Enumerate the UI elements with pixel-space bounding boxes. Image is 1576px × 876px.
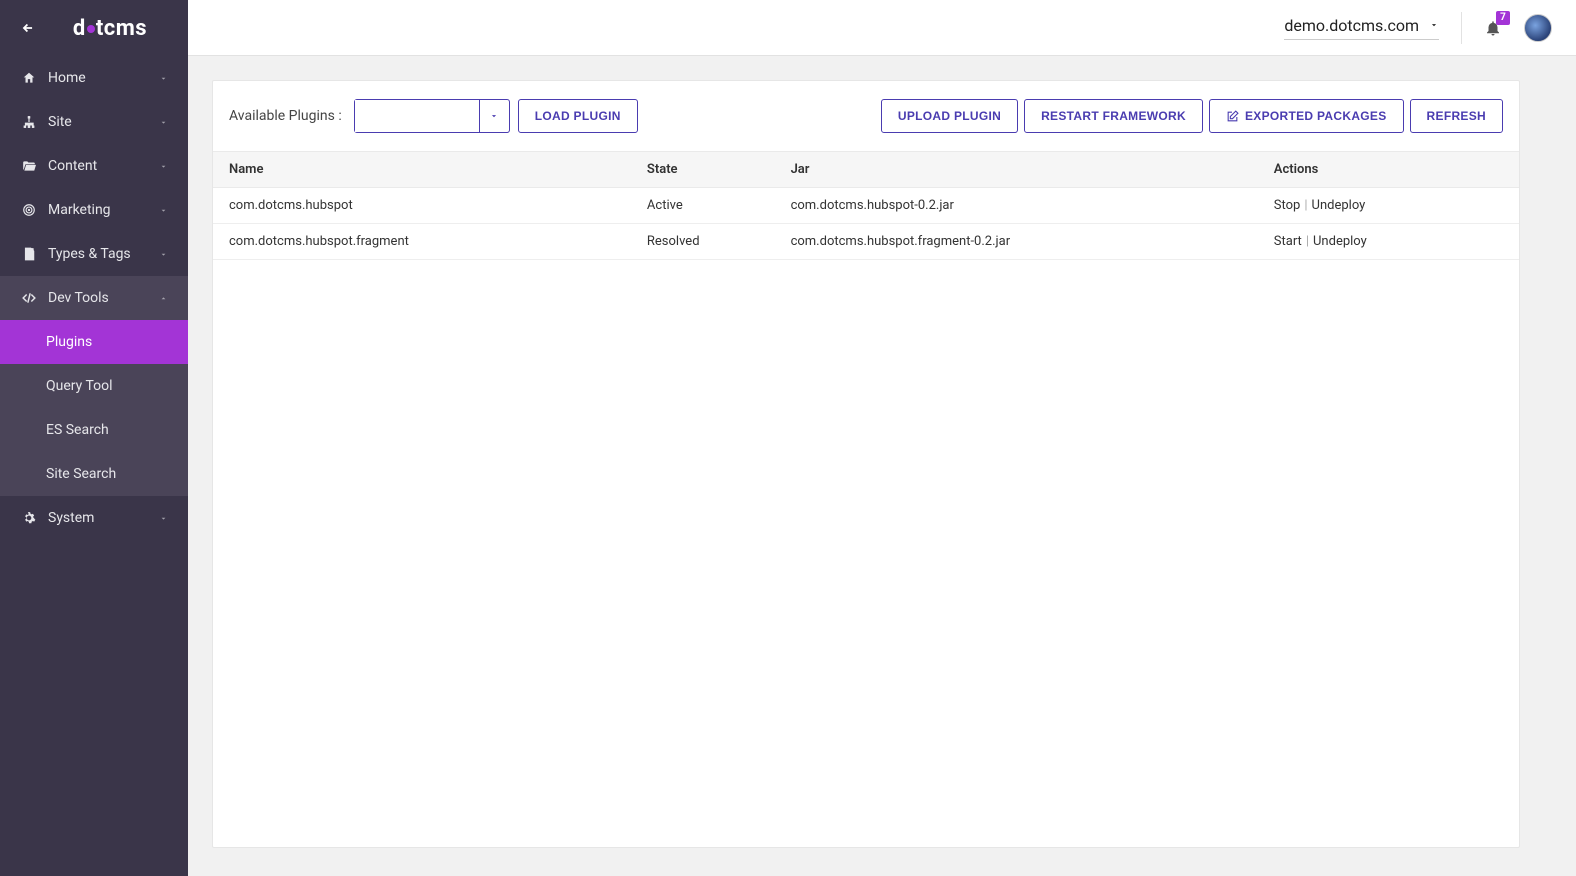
avatar[interactable] bbox=[1524, 14, 1552, 42]
button-label: UPLOAD PLUGIN bbox=[898, 109, 1001, 123]
exported-packages-button[interactable]: EXPORTED PACKAGES bbox=[1209, 99, 1404, 133]
restart-framework-button[interactable]: RESTART FRAMEWORK bbox=[1024, 99, 1203, 133]
target-icon bbox=[20, 203, 38, 217]
action-undeploy[interactable]: Undeploy bbox=[1312, 198, 1366, 213]
cell-state: Resolved bbox=[631, 224, 775, 260]
subnav-item-query-tool[interactable]: Query Tool bbox=[0, 364, 188, 408]
chevron-down-icon bbox=[158, 161, 168, 171]
cell-jar: com.dotcms.hubspot.fragment-0.2.jar bbox=[775, 224, 1258, 260]
nav-item-dev-tools[interactable]: Dev Tools bbox=[0, 276, 188, 320]
document-icon bbox=[20, 247, 38, 261]
notifications-badge: 7 bbox=[1496, 11, 1510, 25]
main-nav: Home Site Content Marketing Types & Tags bbox=[0, 56, 188, 876]
action-start[interactable]: Start bbox=[1274, 234, 1302, 249]
gear-icon bbox=[20, 511, 38, 525]
upload-plugin-button[interactable]: UPLOAD PLUGIN bbox=[881, 99, 1018, 133]
plugins-table: Name State Jar Actions com.dotcms.hubspo… bbox=[213, 151, 1519, 260]
sitemap-icon bbox=[20, 115, 38, 129]
cell-state: Active bbox=[631, 188, 775, 224]
nav-item-label: Content bbox=[48, 158, 97, 174]
button-label: RESTART FRAMEWORK bbox=[1041, 109, 1186, 123]
table-row: com.dotcms.hubspot.fragment Resolved com… bbox=[213, 224, 1519, 260]
available-plugins-input[interactable] bbox=[355, 100, 479, 132]
site-selector-label: demo.dotcms.com bbox=[1284, 16, 1419, 35]
subnav-item-label: ES Search bbox=[46, 422, 109, 438]
notifications-button[interactable]: 7 bbox=[1484, 19, 1502, 37]
cell-actions: Stop| Undeploy bbox=[1258, 188, 1519, 224]
col-header-name: Name bbox=[213, 152, 631, 188]
chevron-up-icon bbox=[158, 293, 168, 303]
chevron-down-icon bbox=[158, 249, 168, 259]
available-plugins-label: Available Plugins : bbox=[229, 108, 342, 124]
subnav-item-site-search[interactable]: Site Search bbox=[0, 452, 188, 496]
toolbar-actions: UPLOAD PLUGIN RESTART FRAMEWORK EXPORTED… bbox=[881, 99, 1503, 133]
nav-item-marketing[interactable]: Marketing bbox=[0, 188, 188, 232]
caret-down-icon bbox=[1429, 20, 1439, 30]
nav-item-label: Marketing bbox=[48, 202, 111, 218]
available-plugins-combo[interactable] bbox=[354, 99, 510, 133]
subnav-item-label: Plugins bbox=[46, 334, 92, 350]
main: demo.dotcms.com 7 Available Plugins : bbox=[188, 0, 1576, 876]
subnav-item-label: Query Tool bbox=[46, 378, 113, 394]
code-icon bbox=[20, 291, 38, 305]
col-header-jar: Jar bbox=[775, 152, 1258, 188]
load-plugin-button[interactable]: LOAD PLUGIN bbox=[518, 99, 638, 133]
logo-prefix: d bbox=[73, 16, 86, 41]
cell-jar: com.dotcms.hubspot-0.2.jar bbox=[775, 188, 1258, 224]
nav-item-site[interactable]: Site bbox=[0, 100, 188, 144]
action-undeploy[interactable]: Undeploy bbox=[1313, 234, 1367, 249]
combo-dropdown-button[interactable] bbox=[479, 100, 509, 132]
cell-name: com.dotcms.hubspot bbox=[213, 188, 631, 224]
table-row: com.dotcms.hubspot Active com.dotcms.hub… bbox=[213, 188, 1519, 224]
action-separator: | bbox=[1304, 198, 1307, 213]
sidebar: dtcms Home Site Content Marketing bbox=[0, 0, 188, 876]
cell-name: com.dotcms.hubspot.fragment bbox=[213, 224, 631, 260]
caret-down-icon bbox=[489, 111, 499, 121]
nav-item-content[interactable]: Content bbox=[0, 144, 188, 188]
plugins-panel: Available Plugins : LOAD PLUGIN UPLOAD P… bbox=[212, 80, 1520, 848]
divider bbox=[1461, 12, 1462, 44]
action-separator: | bbox=[1306, 234, 1309, 249]
logo: dtcms bbox=[44, 16, 176, 41]
action-stop[interactable]: Stop bbox=[1274, 198, 1301, 213]
subnav-item-label: Site Search bbox=[46, 466, 116, 482]
chevron-down-icon bbox=[158, 117, 168, 127]
table-header-row: Name State Jar Actions bbox=[213, 152, 1519, 188]
chevron-down-icon bbox=[158, 73, 168, 83]
nav-item-label: Dev Tools bbox=[48, 290, 109, 306]
nav-item-label: System bbox=[48, 510, 94, 526]
folder-open-icon bbox=[20, 159, 38, 173]
subnav-item-plugins[interactable]: Plugins bbox=[0, 320, 188, 364]
toolbar: Available Plugins : LOAD PLUGIN UPLOAD P… bbox=[213, 81, 1519, 151]
back-button[interactable] bbox=[12, 12, 44, 44]
button-label: REFRESH bbox=[1427, 109, 1486, 123]
logo-suffix: tcms bbox=[96, 16, 147, 41]
refresh-button[interactable]: REFRESH bbox=[1410, 99, 1503, 133]
subnav-item-es-search[interactable]: ES Search bbox=[0, 408, 188, 452]
sidebar-header: dtcms bbox=[0, 0, 188, 56]
nav-item-system[interactable]: System bbox=[0, 496, 188, 540]
content-area: Available Plugins : LOAD PLUGIN UPLOAD P… bbox=[188, 56, 1576, 876]
logo-dot-icon bbox=[87, 25, 95, 33]
nav-item-home[interactable]: Home bbox=[0, 56, 188, 100]
button-label: EXPORTED PACKAGES bbox=[1245, 109, 1387, 123]
nav-item-label: Site bbox=[48, 114, 72, 130]
nav-item-types-tags[interactable]: Types & Tags bbox=[0, 232, 188, 276]
cell-actions: Start | Undeploy bbox=[1258, 224, 1519, 260]
nav-item-label: Home bbox=[48, 70, 86, 86]
home-icon bbox=[20, 71, 38, 85]
col-header-state: State bbox=[631, 152, 775, 188]
chevron-down-icon bbox=[158, 513, 168, 523]
site-selector[interactable]: demo.dotcms.com bbox=[1284, 16, 1439, 40]
edit-icon bbox=[1226, 110, 1239, 123]
nav-item-label: Types & Tags bbox=[48, 246, 131, 262]
chevron-down-icon bbox=[158, 205, 168, 215]
col-header-actions: Actions bbox=[1258, 152, 1519, 188]
button-label: LOAD PLUGIN bbox=[535, 109, 621, 123]
topbar: demo.dotcms.com 7 bbox=[188, 0, 1576, 56]
subnav-dev-tools: Plugins Query Tool ES Search Site Search bbox=[0, 320, 188, 496]
arrow-left-icon bbox=[21, 21, 35, 35]
